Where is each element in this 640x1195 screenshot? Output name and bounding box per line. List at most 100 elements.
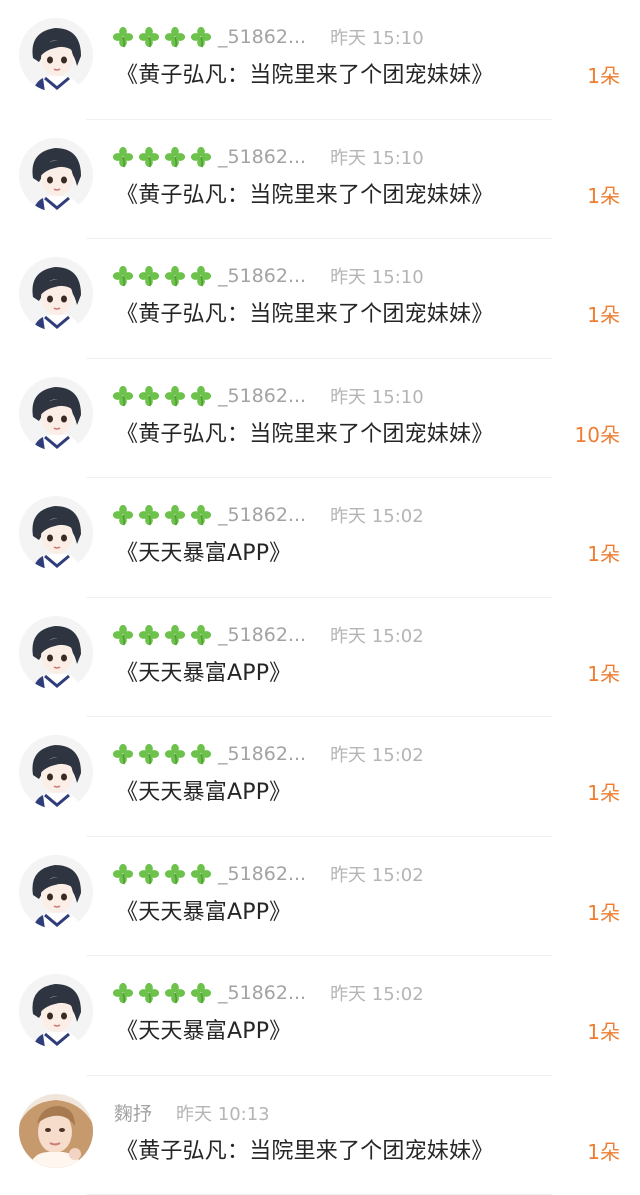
username[interactable]: _51862... [112,146,306,168]
clover-icons [112,624,216,646]
list-item[interactable]: _51862... 昨天 15:10 《黄子弘凡：当院里来了个团宠妹妹》 1朵 [0,239,640,359]
book-title[interactable]: 《黄子弘凡：当院里来了个团宠妹妹》 [116,57,493,89]
username[interactable]: _51862... [112,385,306,407]
timestamp: 昨天 15:02 [330,864,424,886]
username-text: _51862... [218,265,307,287]
avatar[interactable] [19,137,93,212]
list-item[interactable]: _51862... 昨天 15:02 《天天暴富APP》 1朵 [0,837,640,956]
timestamp: 昨天 15:02 [330,625,424,647]
avatar[interactable] [19,376,93,451]
book-title[interactable]: 《黄子弘凡：当院里来了个团宠妹妹》 [116,177,493,209]
avatar[interactable] [19,854,93,929]
four-leaf-clover-icon [190,863,212,884]
book-title[interactable]: 《黄子弘凡：当院里来了个团宠妹妹》 [116,1133,493,1165]
item-meta: _51862... 昨天 15:02 [112,739,424,769]
flower-count: 1朵 [587,64,620,88]
four-leaf-clover-icon [138,504,160,526]
book-title[interactable]: 《天天暴富APP》 [116,894,291,926]
list-item[interactable]: _51862... 昨天 15:02 《天天暴富APP》 1朵 [0,956,640,1076]
four-leaf-clover-icon [190,982,212,1004]
flower-count: 1朵 [587,1139,620,1164]
flower-count: 1朵 [587,900,620,925]
four-leaf-clover-icon [138,624,160,645]
clover-icons [112,863,216,885]
book-title[interactable]: 《天天暴富APP》 [116,535,291,567]
clover-icons [112,146,216,168]
flower-count: 1朵 [587,781,620,805]
username[interactable]: _51862... [112,26,306,48]
four-leaf-clover-icon [112,265,134,287]
four-leaf-clover-icon [164,385,186,406]
avatar[interactable] [19,974,93,1048]
four-leaf-clover-icon [138,265,160,287]
list-item[interactable]: _51862... 昨天 15:10 《黄子弘凡：当院里来了个团宠妹妹》 1朵 [0,0,640,120]
book-title[interactable]: 《天天暴富APP》 [116,655,291,687]
four-leaf-clover-icon [164,146,186,167]
four-leaf-clover-icon [164,863,186,884]
username[interactable]: _51862... [112,982,306,1004]
avatar[interactable] [19,615,93,690]
four-leaf-clover-icon [190,26,212,48]
four-leaf-clover-icon [164,26,186,48]
username-text: _51862... [218,862,307,885]
avatar[interactable] [19,496,93,570]
list-item[interactable]: _51862... 昨天 15:02 《天天暴富APP》 1朵 [0,598,640,717]
book-title[interactable]: 《天天暴富APP》 [116,1013,291,1045]
list-item[interactable]: _51862... 昨天 15:02 《天天暴富APP》 1朵 [0,717,640,837]
username[interactable]: _51862... [112,743,306,765]
four-leaf-clover-icon [138,146,160,167]
username[interactable]: _51862... [112,504,306,526]
timestamp: 昨天 15:10 [330,386,424,408]
book-title[interactable]: 《黄子弘凡：当院里来了个团宠妹妹》 [116,296,493,328]
four-leaf-clover-icon [190,265,212,287]
avatar[interactable] [19,735,93,809]
item-meta: 麴抒 昨天 10:13 [112,1098,270,1128]
four-leaf-clover-icon [190,504,212,526]
four-leaf-clover-icon [138,385,160,406]
username-text: _51862... [218,384,307,407]
four-leaf-clover-icon [190,146,212,167]
item-meta: _51862... 昨天 15:10 [112,381,424,411]
flower-count: 1朵 [587,303,620,327]
four-leaf-clover-icon [112,26,134,48]
username-text: _51862... [218,982,307,1004]
book-title[interactable]: 《天天暴富APP》 [116,774,291,806]
clover-icons [112,743,216,765]
avatar[interactable] [19,257,93,331]
four-leaf-clover-icon [112,146,134,167]
clover-icons [112,504,216,526]
four-leaf-clover-icon [164,504,186,526]
four-leaf-clover-icon [112,624,134,645]
item-meta: _51862... 昨天 15:02 [112,620,424,650]
timestamp: 昨天 15:10 [330,147,424,169]
flower-count: 1朵 [587,183,620,208]
timestamp: 昨天 15:02 [330,745,424,766]
flower-count: 1朵 [587,661,620,686]
username-text: _51862... [218,26,307,48]
four-leaf-clover-icon [164,982,186,1004]
book-title[interactable]: 《黄子弘凡：当院里来了个团宠妹妹》 [116,416,493,448]
item-meta: _51862... 昨天 15:10 [112,261,424,291]
list-item[interactable]: 麴抒 昨天 10:13 《黄子弘凡：当院里来了个团宠妹妹》 1朵 [0,1076,640,1195]
item-meta: _51862... 昨天 15:02 [112,500,424,530]
list-item[interactable]: _51862... 昨天 15:02 《天天暴富APP》 1朵 [0,478,640,598]
four-leaf-clover-icon [112,385,134,406]
username[interactable]: _51862... [112,624,306,646]
username[interactable]: 麴抒 [112,1099,152,1126]
avatar[interactable] [19,18,93,92]
username[interactable]: _51862... [112,863,306,885]
timestamp: 昨天 10:13 [176,1103,270,1125]
username[interactable]: _51862... [112,265,306,287]
four-leaf-clover-icon [164,743,186,765]
avatar[interactable] [19,1093,93,1168]
timestamp: 昨天 15:10 [330,267,424,288]
item-meta: _51862... 昨天 15:02 [112,978,424,1008]
four-leaf-clover-icon [190,743,212,765]
username-text: _51862... [218,623,307,646]
four-leaf-clover-icon [164,265,186,287]
list-item[interactable]: _51862... 昨天 15:10 《黄子弘凡：当院里来了个团宠妹妹》 10朵 [0,359,640,478]
username-text: 麴抒 [114,1103,153,1125]
clover-icons [112,385,216,407]
four-leaf-clover-icon [112,982,134,1004]
list-item[interactable]: _51862... 昨天 15:10 《黄子弘凡：当院里来了个团宠妹妹》 1朵 [0,120,640,239]
